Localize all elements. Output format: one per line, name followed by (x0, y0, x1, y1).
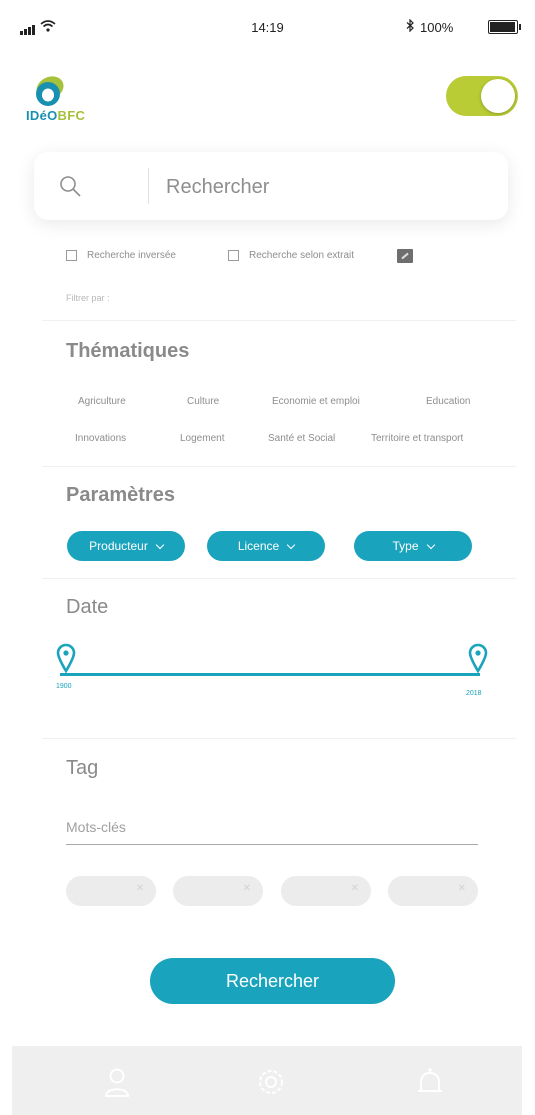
tag-chip[interactable]: ✕ (281, 876, 371, 906)
chevron-down-icon (155, 540, 165, 549)
theme-education[interactable]: Education (426, 396, 470, 407)
search-input[interactable] (164, 170, 488, 204)
keywords-input[interactable] (66, 810, 478, 845)
search-icon (60, 176, 81, 197)
divider (42, 466, 516, 467)
mode-toggle[interactable] (446, 76, 518, 116)
tag-title: Tag (66, 757, 99, 779)
thematiques-title: Thématiques (66, 340, 190, 362)
theme-territoire[interactable]: Territoire et transport (371, 433, 463, 444)
close-icon[interactable]: ✕ (136, 883, 144, 894)
tag-chip[interactable]: ✕ (66, 876, 156, 906)
chevron-down-icon (286, 540, 296, 549)
tag-chip[interactable]: ✕ (173, 876, 263, 906)
theme-agriculture[interactable]: Agriculture (78, 396, 126, 407)
divider (42, 320, 516, 321)
chevron-down-icon (426, 540, 435, 549)
search-submit-button[interactable]: Rechercher (150, 958, 395, 1004)
theme-logement[interactable]: Logement (180, 433, 224, 444)
battery-icon (488, 20, 521, 34)
bottom-nav (12, 1046, 522, 1115)
status-bar: 14:19 100% (0, 0, 535, 60)
close-icon[interactable]: ✕ (351, 883, 359, 894)
date-title: Date (66, 596, 109, 618)
reverse-search-checkbox[interactable]: Recherche inversée (66, 250, 176, 261)
extract-search-checkbox[interactable]: Recherche selon extrait (228, 250, 354, 261)
theme-sante[interactable]: Santé et Social (268, 433, 335, 444)
range-end-handle-icon[interactable] (468, 643, 488, 673)
filter-label: Filtrer par : (66, 293, 110, 303)
tag-chip[interactable]: ✕ (388, 876, 478, 906)
range-start-handle-icon[interactable] (56, 643, 76, 673)
producteur-dropdown[interactable]: Producteur (67, 531, 185, 561)
user-icon[interactable] (103, 1066, 131, 1098)
licence-dropdown[interactable]: Licence (207, 531, 325, 561)
theme-innovations[interactable]: Innovations (75, 433, 126, 444)
theme-culture[interactable]: Culture (187, 396, 219, 407)
parametres-title: Paramètres (66, 484, 175, 506)
theme-economie[interactable]: Economie et emploi (272, 396, 360, 407)
date-range-track[interactable] (60, 673, 480, 676)
type-dropdown[interactable]: Type (354, 531, 472, 561)
bell-icon[interactable] (416, 1066, 444, 1098)
divider (42, 738, 516, 739)
close-icon[interactable]: ✕ (243, 883, 251, 894)
edit-icon[interactable] (397, 249, 413, 263)
battery-percent: 100% (420, 20, 454, 35)
status-time: 14:19 (251, 20, 284, 35)
close-icon[interactable]: ✕ (458, 883, 466, 894)
range-start-label: 1900 (56, 683, 72, 690)
range-end-label: 2018 (466, 690, 482, 697)
settings-icon[interactable] (257, 1066, 285, 1098)
search-card (34, 152, 508, 220)
logo-text: IDéOBFC (26, 108, 86, 123)
bluetooth-icon (406, 19, 414, 32)
divider (42, 578, 516, 579)
